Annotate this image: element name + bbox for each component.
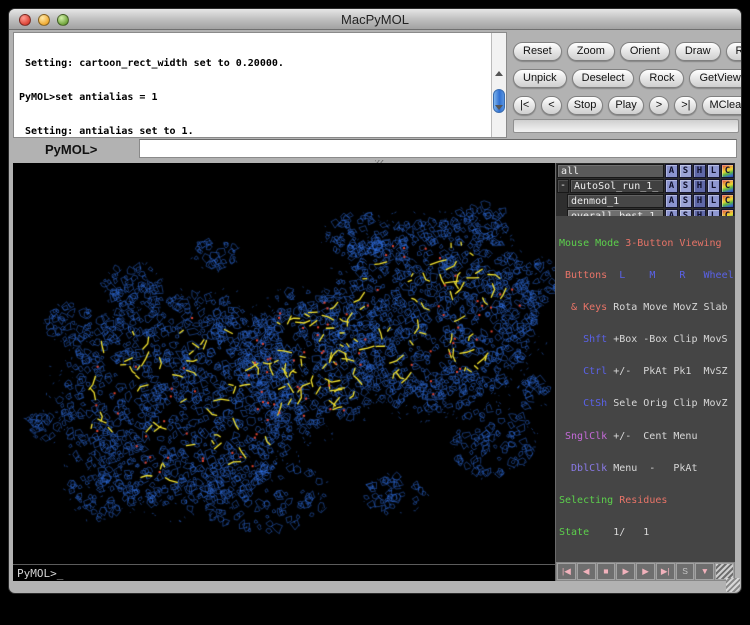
macpymol-window: MacPyMOL Setting: cartoon_rect_width set… [8, 8, 742, 594]
selecting-mode-label: Selecting [559, 495, 619, 506]
action-button[interactable]: A [665, 179, 678, 193]
action-button[interactable]: A [665, 194, 678, 208]
show-button[interactable]: S [679, 164, 692, 178]
object-panel: all A S H L C - AutoSol_run_1_ A S H L C… [555, 163, 735, 581]
orient-button[interactable]: Orient [620, 42, 670, 61]
show-button[interactable]: S [679, 179, 692, 193]
object-label[interactable]: all [557, 164, 664, 178]
viewport[interactable]: PyMOL>_ [13, 163, 555, 581]
frame-play-button[interactable]: ▶ [616, 563, 635, 580]
fullscreen-toggle-button[interactable]: ▼ [695, 563, 714, 580]
color-button[interactable]: C [721, 194, 734, 208]
movie-controls: |◀ ◀ ■ ▶ ▶ ▶| S ▼ [556, 562, 735, 581]
state-value: 1/ 1 [613, 527, 649, 538]
selecting-mode-value[interactable]: Residues [619, 495, 667, 506]
hide-button[interactable]: H [693, 179, 706, 193]
getview-button[interactable]: GetView [689, 69, 742, 88]
frame-stop-button[interactable]: ■ [597, 563, 616, 580]
console-line: Setting: antialias set to 1. [19, 126, 488, 137]
frame-last-button[interactable]: ▶| [656, 563, 675, 580]
state-label: State [559, 527, 613, 538]
object-row-denmod-1[interactable]: denmod_1 A S H L C [557, 194, 734, 208]
movie-play-button[interactable]: Play [608, 96, 643, 115]
frame-back-button[interactable]: ◀ [577, 563, 596, 580]
ray-button[interactable]: Ray [726, 42, 742, 61]
molecule-render[interactable] [13, 163, 555, 563]
label-button[interactable]: L [707, 194, 720, 208]
unpick-button[interactable]: Unpick [513, 69, 567, 88]
title-bar[interactable]: MacPyMOL [9, 9, 741, 30]
movie-stop-button[interactable]: Stop [567, 96, 604, 115]
window-title: MacPyMOL [9, 12, 741, 27]
viewport-command-prompt[interactable]: PyMOL>_ [13, 564, 555, 581]
scene-button[interactable]: S [676, 563, 695, 580]
frame-forward-button[interactable]: ▶ [636, 563, 655, 580]
feedback-progress-bar [513, 119, 739, 133]
scroll-down-icon[interactable] [495, 105, 503, 110]
label-button[interactable]: L [707, 164, 720, 178]
hide-button[interactable]: H [693, 164, 706, 178]
draw-button[interactable]: Draw [675, 42, 721, 61]
reset-button[interactable]: Reset [513, 42, 562, 61]
color-button[interactable]: C [721, 164, 734, 178]
console-line: Setting: cartoon_rect_width set to 0.200… [19, 58, 488, 69]
object-row-all[interactable]: all A S H L C [557, 164, 734, 178]
pymol-prompt-label: PyMOL> [45, 142, 97, 157]
object-label[interactable]: denmod_1 [567, 194, 664, 208]
window-resize-grip[interactable] [726, 578, 740, 592]
hide-button[interactable]: H [693, 194, 706, 208]
object-label[interactable]: AutoSol_run_1_ [570, 179, 664, 193]
mouse-mode-label: Mouse Mode [559, 238, 625, 249]
movie-last-button[interactable]: >| [674, 96, 697, 115]
show-button[interactable]: S [679, 194, 692, 208]
console-output[interactable]: Setting: cartoon_rect_width set to 0.200… [13, 32, 507, 138]
scroll-up-icon[interactable] [495, 71, 503, 76]
console-scrollbar[interactable] [491, 33, 506, 137]
toolbar: Reset Zoom Orient Draw Ray Unpick Desele… [509, 33, 741, 115]
deselect-button[interactable]: Deselect [572, 69, 635, 88]
color-button[interactable]: C [721, 179, 734, 193]
movie-forward-button[interactable]: > [649, 96, 669, 115]
mclear-button[interactable]: MClear [702, 96, 742, 115]
collapse-group-icon[interactable]: - [557, 179, 569, 193]
label-button[interactable]: L [707, 179, 720, 193]
rock-button[interactable]: Rock [639, 69, 684, 88]
console-line: PyMOL>set antialias = 1 [19, 92, 488, 103]
command-input[interactable] [139, 139, 737, 158]
group-indent [557, 194, 566, 208]
mouse-mode-panel[interactable]: Mouse Mode 3-Button Viewing Buttons L M … [556, 216, 735, 563]
movie-first-button[interactable]: |< [513, 96, 536, 115]
zoom-button[interactable]: Zoom [567, 42, 615, 61]
action-button[interactable]: A [665, 164, 678, 178]
frame-first-button[interactable]: |◀ [557, 563, 576, 580]
object-row-autosol-group[interactable]: - AutoSol_run_1_ A S H L C [557, 179, 734, 193]
movie-back-button[interactable]: < [541, 96, 561, 115]
